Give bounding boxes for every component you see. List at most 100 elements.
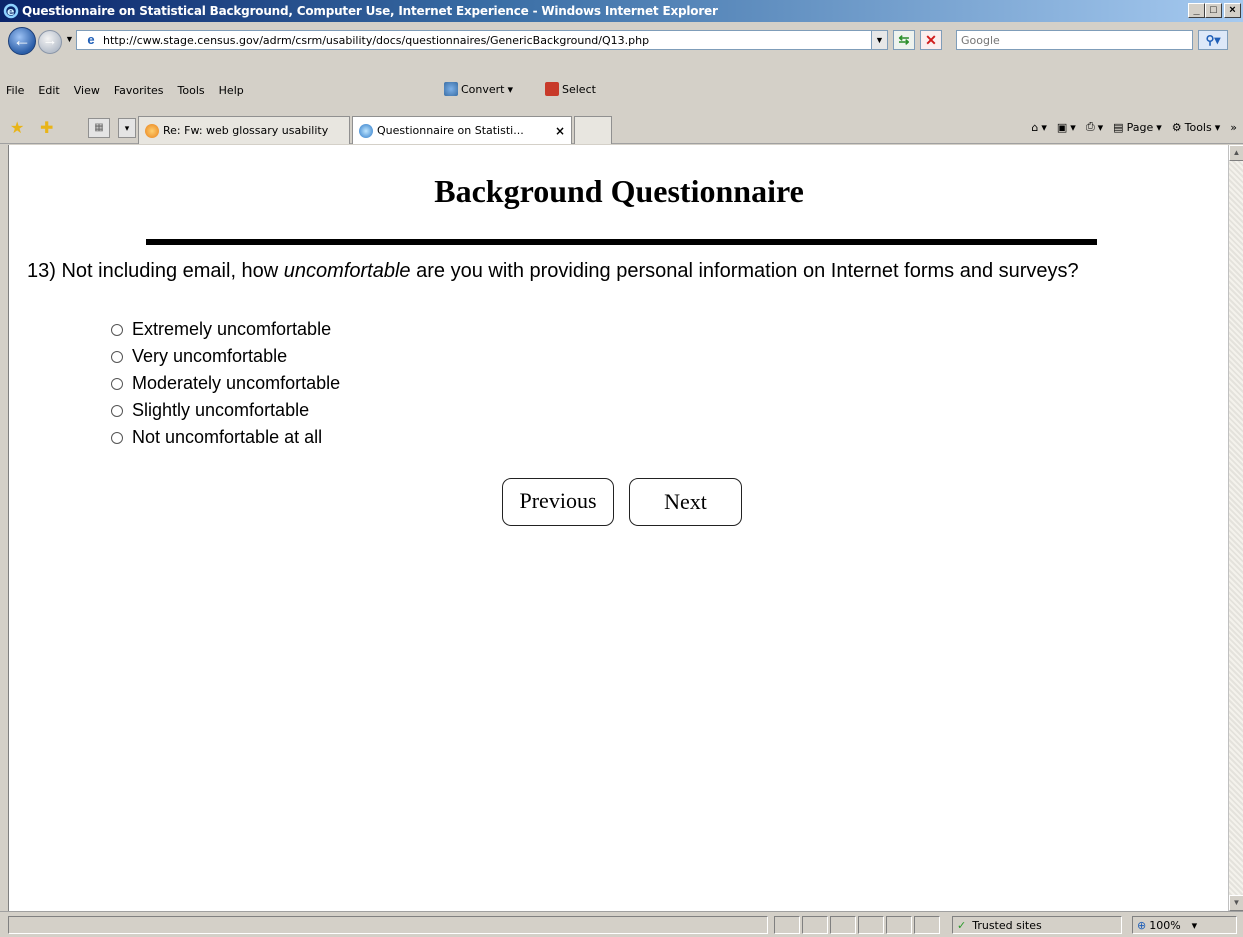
tab-label: Re: Fw: web glossary usability [163,124,329,137]
question-emphasis: uncomfortable [283,260,411,282]
url-input[interactable] [103,33,887,47]
menu-favorites[interactable]: Favorites [108,84,172,97]
chevron-down-icon: ▾ [507,82,514,96]
tab-label: Questionnaire on Statisti... [377,124,524,137]
question-prefix: 13) Not including email, how [27,260,284,282]
convert-icon [444,82,458,96]
radio-button[interactable] [111,377,123,390]
tab-list-button[interactable]: ▾ [118,118,136,138]
home-button[interactable]: ⌂ ▾ [1031,121,1047,134]
print-button[interactable]: ⎙ ▾ [1086,120,1103,134]
option-label: Slightly uncomfortable [132,400,310,420]
next-button[interactable]: Next [629,478,742,526]
status-text [8,916,768,934]
menu-edit[interactable]: Edit [32,84,67,97]
answer-options: Extremely uncomfortable Very uncomfortab… [111,316,340,451]
minimize-button[interactable]: _ [1188,3,1205,18]
zoom-control[interactable]: ⊕ 100% ▾ [1132,916,1237,934]
option-very-uncomfortable[interactable]: Very uncomfortable [111,343,340,370]
scroll-up-button[interactable]: ▲ [1229,145,1243,161]
page-menu-button[interactable]: ▤ Page ▾ [1113,121,1162,134]
divider [146,239,1097,245]
page-menu-label: Page [1126,120,1154,134]
checkmark-icon: ✓ [957,918,967,932]
option-extremely-uncomfortable[interactable]: Extremely uncomfortable [111,316,340,343]
tools-menu-label: Tools [1184,120,1212,134]
add-favorites-icon[interactable]: ✚ [40,118,53,138]
quick-tabs-button[interactable]: ▦ [88,118,110,138]
status-cell [774,916,800,934]
menu-view[interactable]: View [68,84,108,97]
tab-bar: ★ ✚ ▦ ▾ Re: Fw: web glossary usability Q… [0,104,1243,144]
previous-button[interactable]: Previous [502,478,614,526]
page-title: Background Questionnaire [434,173,804,209]
option-label: Moderately uncomfortable [132,373,341,393]
close-tab-icon[interactable]: × [555,124,565,138]
select-icon [545,82,559,96]
page-content: Background Questionnaire 13) Not includi… [8,145,1228,911]
select-label: Select [562,82,596,96]
radio-button[interactable] [111,350,123,363]
search-input[interactable] [957,31,1187,49]
radio-button[interactable] [111,404,123,417]
refresh-button[interactable]: ⇆ [893,30,915,50]
security-zone[interactable]: ✓ Trusted sites [952,916,1122,934]
favorites-center-icon[interactable]: ★ [10,118,24,138]
gear-icon: ⚙ [1171,120,1182,134]
chevron-down-icon: ▾ [1191,918,1198,932]
status-bar: ✓ Trusted sites ⊕ 100% ▾ [0,911,1243,937]
feeds-button[interactable]: ▣ ▾ [1057,121,1076,134]
status-cell [914,916,940,934]
toolbar-overflow-button[interactable]: » [1230,121,1237,134]
url-dropdown-button[interactable]: ▼ [871,30,888,50]
ie-icon: e [3,3,19,19]
scroll-down-button[interactable]: ▼ [1229,895,1243,911]
option-label: Not uncomfortable at all [132,427,323,447]
menu-bar: File Edit View Favorites Tools Help Conv… [0,78,1243,102]
command-bar: ⌂ ▾ ▣ ▾ ⎙ ▾ ▤ Page ▾ ⚙ Tools ▾ » [1031,120,1237,134]
forward-button[interactable]: → [38,30,62,54]
option-slightly-uncomfortable[interactable]: Slightly uncomfortable [111,397,340,424]
option-not-uncomfortable[interactable]: Not uncomfortable at all [111,424,340,451]
title-bar: e Questionnaire on Statistical Backgroun… [0,0,1243,22]
recent-pages-dropdown[interactable]: ▼ [65,34,74,44]
convert-button[interactable]: Convert ▾ [444,82,513,96]
home-icon: ⌂ [1031,120,1039,134]
vertical-scrollbar[interactable]: ▲ ▼ [1228,145,1243,911]
ie-icon [359,123,373,138]
window-title: Questionnaire on Statistical Background,… [22,4,718,18]
menu-tools[interactable]: Tools [172,84,213,97]
menu-help[interactable]: Help [213,84,252,97]
search-icon: ⚲ [1205,33,1215,47]
printer-icon: ⎙ [1085,120,1095,133]
close-button[interactable]: × [1224,3,1241,18]
radio-button[interactable] [111,431,123,444]
stop-button[interactable]: ✕ [920,30,942,50]
option-moderately-uncomfortable[interactable]: Moderately uncomfortable [111,370,340,397]
option-label: Very uncomfortable [132,346,288,366]
address-bar: ← → ▼ e ▼ ⇆ ✕ ⚲▾ [0,22,1243,56]
status-cell [886,916,912,934]
page-icon: ▤ [1113,120,1124,134]
outlook-icon [145,123,159,138]
status-cell [858,916,884,934]
zoom-level: 100% [1149,918,1181,932]
tab-glossary[interactable]: Re: Fw: web glossary usability [138,116,350,144]
page-icon: e [87,32,95,47]
search-field[interactable] [956,30,1193,50]
search-button[interactable]: ⚲▾ [1198,30,1228,50]
convert-label: Convert [461,82,505,96]
new-tab-button[interactable] [574,116,612,144]
tools-menu-button[interactable]: ⚙ Tools ▾ [1172,121,1221,134]
tab-questionnaire[interactable]: Questionnaire on Statisti... × [352,116,572,144]
back-button[interactable]: ← [8,27,36,55]
question-suffix: are you with providing personal informat… [410,260,1079,282]
zoom-icon: ⊕ [1137,918,1147,932]
maximize-button[interactable]: □ [1205,3,1222,18]
radio-button[interactable] [111,323,123,336]
option-label: Extremely uncomfortable [132,319,332,339]
select-button[interactable]: Select [545,82,596,96]
url-field[interactable]: e [76,30,888,50]
menu-file[interactable]: File [0,84,32,97]
zone-label: Trusted sites [972,918,1042,932]
